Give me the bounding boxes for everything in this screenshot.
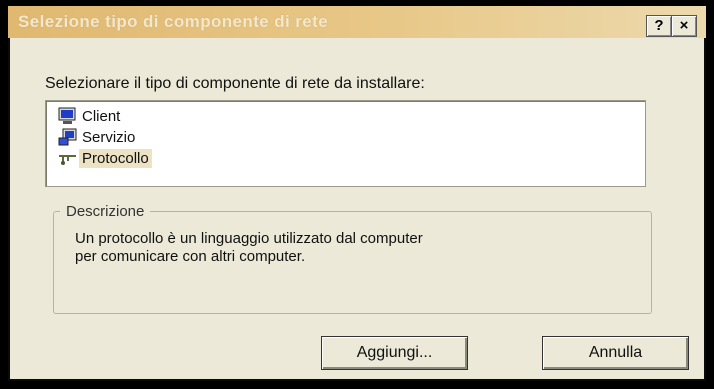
protocol-icon [58,149,77,167]
description-text: Un protocollo è un linguaggio utilizzato… [75,230,635,266]
list-item-label: Servizio [82,128,136,146]
close-button[interactable]: × [671,15,697,37]
cancel-button[interactable]: Annulla [542,336,689,370]
list-item-label: Client [82,107,121,125]
component-type-prompt: Selezionare il tipo di componente di ret… [45,75,425,92]
description-group-label: Descrizione [60,203,151,220]
list-item-label: Protocollo [79,148,152,168]
list-item-client[interactable]: Client [58,105,123,127]
list-item-protocol[interactable]: Protocollo [58,147,152,169]
dialog-window [8,6,706,381]
list-item-service[interactable]: Servizio [58,126,138,148]
dialog-title: Selezione tipo di componente di rete [18,12,329,31]
help-button[interactable]: ? [646,15,672,37]
description-line: Un protocollo è un linguaggio utilizzato… [75,230,423,247]
client-icon [58,107,77,125]
add-button[interactable]: Aggiungi... [321,336,468,370]
service-icon [58,128,77,146]
title-bar[interactable]: Selezione tipo di componente di rete ? × [8,6,706,38]
description-line: per comunicare con altri computer. [75,248,306,265]
component-type-list[interactable]: Client Servizio Protocollo [45,100,646,187]
